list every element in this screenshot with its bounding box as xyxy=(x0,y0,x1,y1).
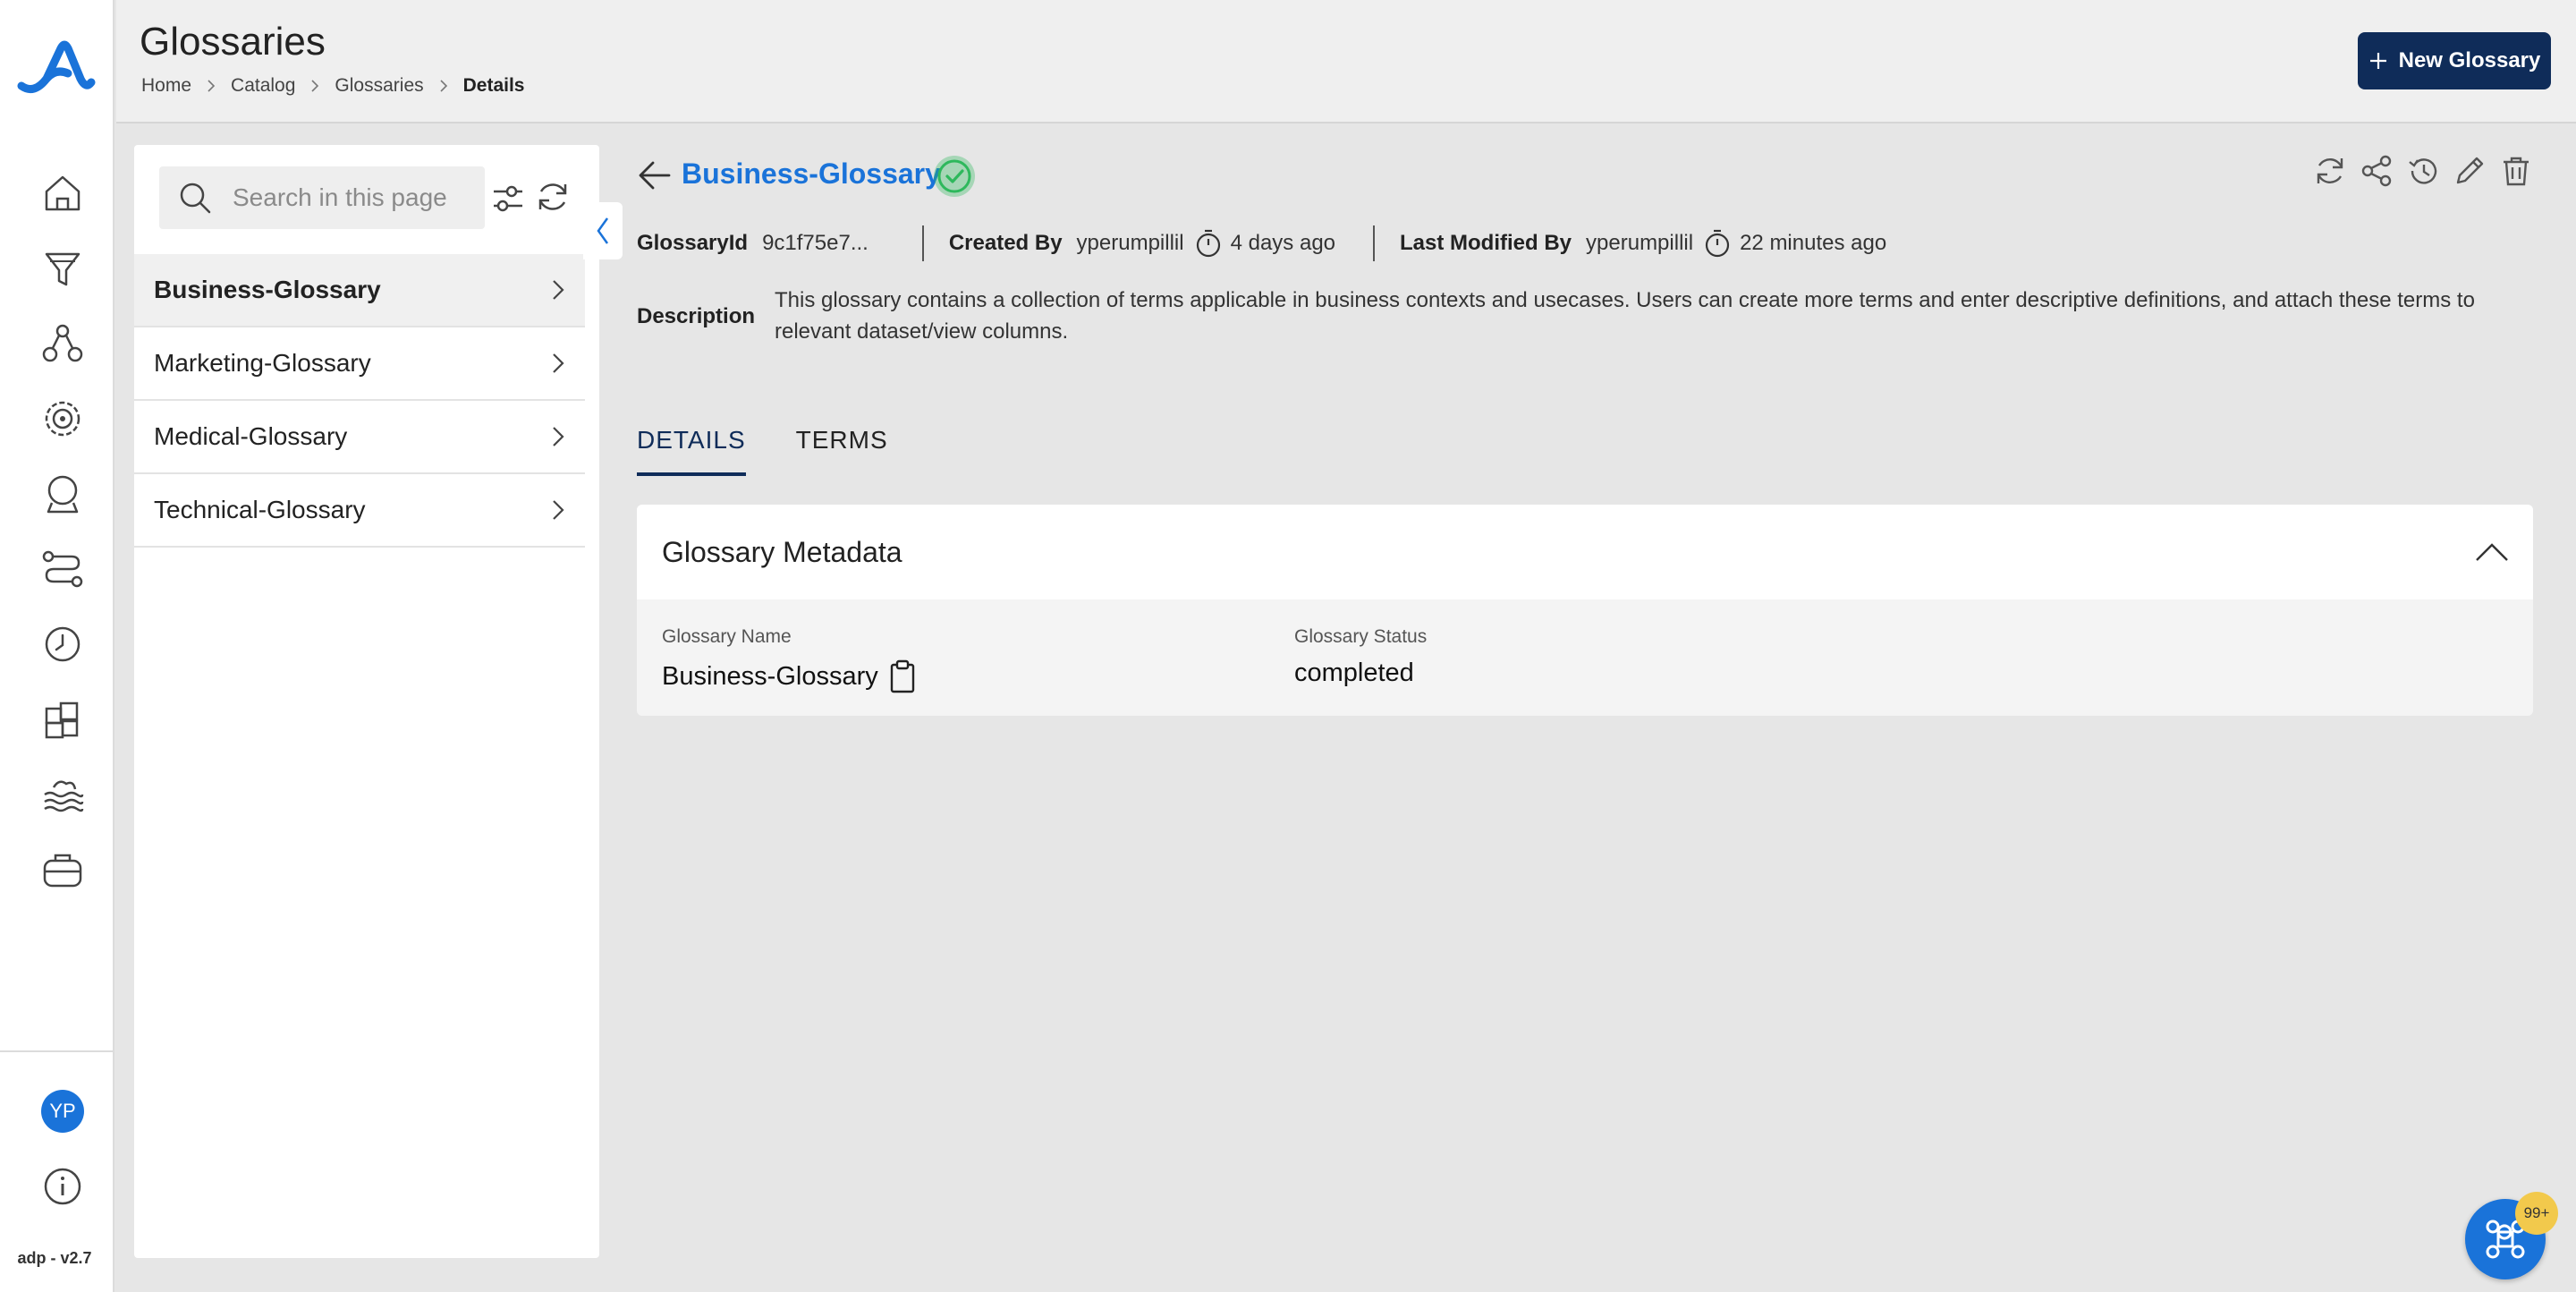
timer-icon xyxy=(1196,229,1220,258)
chevron-right-icon xyxy=(440,80,447,92)
glossary-name-value: Business-Glossary xyxy=(662,661,878,691)
clock-icon[interactable] xyxy=(39,621,86,667)
created-ago: 4 days ago xyxy=(1230,231,1336,255)
description-text: This glossary contains a collection of t… xyxy=(775,288,2475,344)
glossary-metadata-card: Glossary Metadata Glossary Name Business… xyxy=(637,505,2533,716)
new-glossary-label: New Glossary xyxy=(2398,48,2541,72)
breadcrumb-home[interactable]: Home xyxy=(141,75,191,97)
chevron-right-icon xyxy=(553,280,564,300)
breadcrumb-details: Details xyxy=(462,75,525,96)
filter-funnel-icon[interactable] xyxy=(39,245,86,292)
glossary-name-field: Glossary Name Business-Glossary xyxy=(662,626,918,694)
chevron-right-icon xyxy=(311,80,319,92)
refresh-icon[interactable] xyxy=(2313,154,2347,188)
trash-icon[interactable] xyxy=(2499,154,2533,188)
glossary-list: Business-Glossary Marketing-Glossary Med… xyxy=(134,254,585,548)
chevron-right-icon xyxy=(208,80,216,92)
new-glossary-button[interactable]: New Glossary xyxy=(2358,32,2551,89)
detail-actions xyxy=(2313,154,2533,188)
modified-by-value: yperumpillil xyxy=(1586,231,1694,255)
created-by-label: Created By xyxy=(948,231,1063,255)
metadata-card-title: Glossary Metadata xyxy=(662,535,902,568)
meta-divider xyxy=(1373,225,1376,261)
breadcrumb-glossaries[interactable]: Glossaries xyxy=(335,75,423,97)
back-arrow-icon[interactable] xyxy=(637,157,673,193)
glossary-item-technical[interactable]: Technical-Glossary xyxy=(134,474,585,548)
puzzle-icon[interactable] xyxy=(39,696,86,743)
chevron-left-icon xyxy=(597,217,609,244)
history-icon[interactable] xyxy=(2406,154,2440,188)
target-icon[interactable] xyxy=(39,395,86,442)
glossary-item-label: Marketing-Glossary xyxy=(154,349,371,377)
chevron-up-icon xyxy=(2476,543,2508,561)
glossary-id-label: GlossaryId xyxy=(637,231,749,255)
chevron-right-icon xyxy=(553,500,564,520)
waves-icon[interactable] xyxy=(39,771,86,818)
check-circle-icon xyxy=(934,156,975,197)
briefcase-icon[interactable] xyxy=(39,846,86,893)
modified-ago: 22 minutes ago xyxy=(1740,231,1887,255)
chevron-right-icon xyxy=(553,353,564,373)
network-icon[interactable] xyxy=(39,320,86,367)
glossary-status-field: Glossary Status completed xyxy=(1294,626,1427,688)
glossary-item-label: Medical-Glossary xyxy=(154,422,348,450)
app-logo[interactable] xyxy=(16,32,97,104)
breadcrumb-catalog[interactable]: Catalog xyxy=(231,75,295,97)
refresh-icon[interactable] xyxy=(535,179,571,215)
glossary-item-label: Business-Glossary xyxy=(154,276,381,303)
home-icon[interactable] xyxy=(39,170,86,217)
left-nav-rail: YP adp - v2.7 xyxy=(0,0,114,1292)
command-palette-button[interactable]: 99+ xyxy=(2465,1192,2558,1279)
search-input[interactable] xyxy=(233,183,483,212)
clipboard-icon[interactable] xyxy=(887,659,918,694)
pipeline-icon[interactable] xyxy=(39,546,86,592)
search-box xyxy=(159,166,485,229)
plus-icon xyxy=(2369,53,2386,69)
info-icon[interactable] xyxy=(43,1167,82,1206)
rail-divider xyxy=(0,1050,114,1052)
created-by-value: yperumpillil xyxy=(1076,231,1184,255)
glossary-name-label: Glossary Name xyxy=(662,626,792,647)
glossary-title[interactable]: Business-Glossary xyxy=(682,157,941,191)
breadcrumb: Home Catalog Glossaries Details xyxy=(141,75,525,97)
detail-tabs: DETAILS TERMS xyxy=(637,426,888,476)
notification-badge: 99+ xyxy=(2515,1192,2558,1235)
filter-settings-icon[interactable] xyxy=(490,181,526,217)
edit-pencil-icon[interactable] xyxy=(2453,154,2487,188)
modified-by-label: Last Modified By xyxy=(1400,231,1572,255)
chevron-right-icon xyxy=(553,427,564,446)
timer-icon xyxy=(1705,229,1730,258)
glossary-id-value: 9c1f75e7... xyxy=(762,231,869,255)
collapse-sidebar-button[interactable] xyxy=(583,202,623,259)
user-avatar[interactable]: YP xyxy=(41,1090,84,1133)
meta-divider xyxy=(921,225,924,261)
page-header: Glossaries Home Catalog Glossaries Detai… xyxy=(116,0,2576,123)
glossary-list-panel: Business-Glossary Marketing-Glossary Med… xyxy=(134,145,599,1258)
glossary-item-marketing[interactable]: Marketing-Glossary xyxy=(134,327,585,401)
glossary-item-label: Technical-Glossary xyxy=(154,496,366,523)
glossary-status-label: Glossary Status xyxy=(1294,626,1428,647)
description-label: Description xyxy=(637,304,756,328)
share-icon[interactable] xyxy=(2360,154,2394,188)
metadata-card-header[interactable]: Glossary Metadata xyxy=(637,505,2533,599)
search-icon xyxy=(180,183,211,214)
app-version: adp - v2.7 xyxy=(17,1249,92,1267)
glossary-meta-row: GlossaryId 9c1f75e7... Created By yperum… xyxy=(637,224,1886,263)
glossary-status-value: completed xyxy=(1294,659,1414,687)
tab-details[interactable]: DETAILS xyxy=(637,426,746,476)
crystal-ball-icon[interactable] xyxy=(39,471,86,517)
glossary-item-business[interactable]: Business-Glossary xyxy=(134,254,585,327)
tab-terms[interactable]: TERMS xyxy=(796,426,888,476)
glossary-item-medical[interactable]: Medical-Glossary xyxy=(134,401,585,474)
page-title: Glossaries xyxy=(140,20,326,64)
